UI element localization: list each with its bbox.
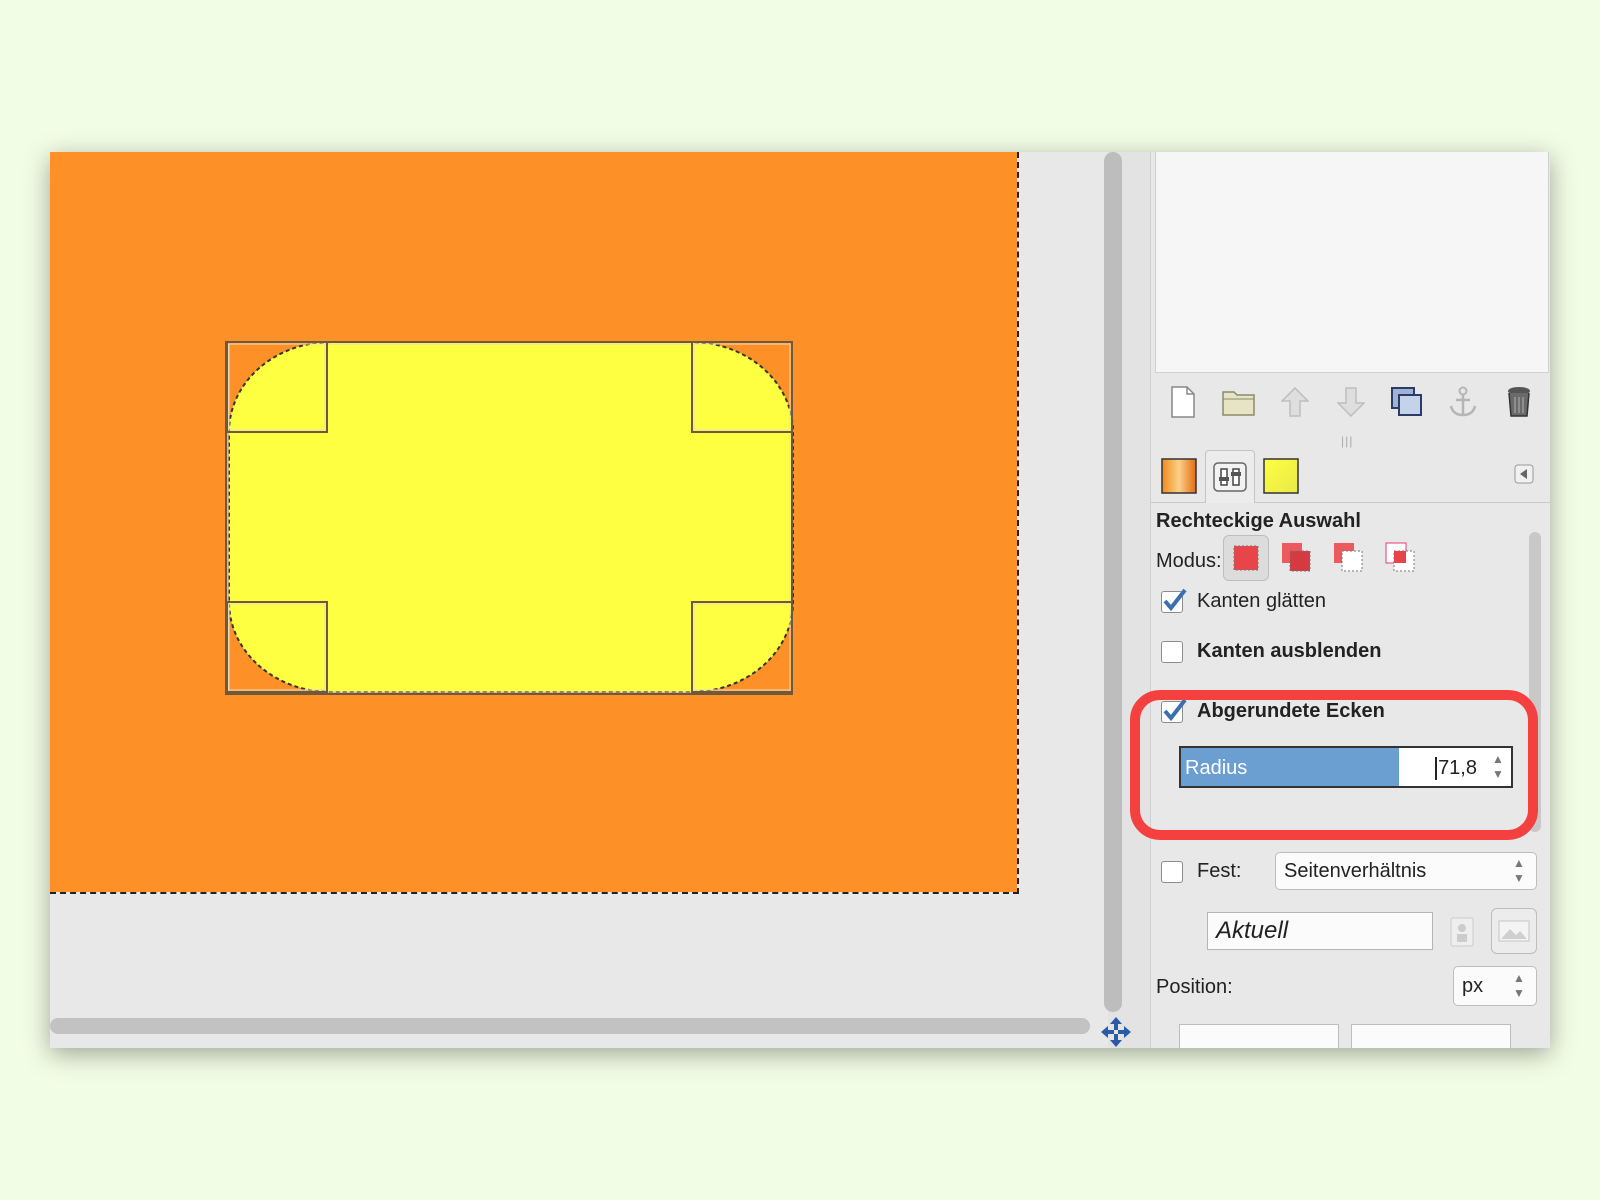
- tab-gradients[interactable]: [1155, 450, 1203, 502]
- unit-dropdown[interactable]: px ▲ ▼: [1453, 966, 1537, 1006]
- spin-down-icon[interactable]: ▼: [1489, 767, 1507, 782]
- rounded-corners-checkbox[interactable]: [1161, 698, 1187, 723]
- mode-subtract-button[interactable]: [1327, 535, 1371, 579]
- fixed-option[interactable]: Fest:: [1161, 860, 1241, 883]
- antialias-label: Kanten glätten: [1197, 590, 1326, 612]
- dock-tabs: [1151, 444, 1550, 503]
- rounded-selection[interactable]: [50, 152, 1019, 894]
- tab-menu-button[interactable]: [1514, 464, 1534, 484]
- triangle-left-icon: [1514, 464, 1534, 484]
- aspect-landscape-button[interactable]: [1491, 908, 1537, 954]
- portrait-icon: [1450, 917, 1474, 947]
- gimp-window: ||| Rechteckige Auswahl Modus: Kanten gl…: [50, 152, 1550, 1048]
- feather-checkbox[interactable]: [1161, 640, 1183, 663]
- aspect-value-input[interactable]: Aktuell: [1207, 912, 1433, 950]
- anchor-icon[interactable]: [1446, 385, 1480, 419]
- palette-tab-icon: [1263, 458, 1299, 494]
- canvas-area[interactable]: [50, 152, 1108, 1048]
- spin-up-icon[interactable]: ▲: [1489, 752, 1507, 767]
- position-x-field[interactable]: [1179, 1024, 1339, 1048]
- feather-option[interactable]: Kanten ausblenden: [1161, 640, 1381, 663]
- dock-scrollbar[interactable]: [1529, 532, 1541, 832]
- radius-spin-arrows[interactable]: ▲ ▼: [1489, 752, 1507, 782]
- duplicate-layer-icon[interactable]: [1390, 385, 1424, 419]
- mode-intersect-button[interactable]: [1379, 535, 1423, 579]
- mode-replace-button[interactable]: [1223, 535, 1269, 581]
- rounded-corners-label: Abgerundete Ecken: [1197, 700, 1385, 722]
- feather-label: Kanten ausblenden: [1197, 640, 1382, 662]
- replace-mode-icon: [1233, 545, 1259, 571]
- mode-label: Modus:: [1156, 550, 1222, 572]
- new-layer-icon[interactable]: [1166, 385, 1200, 419]
- horizontal-scrollbar[interactable]: [50, 1018, 1090, 1034]
- position-y-field[interactable]: [1351, 1024, 1511, 1048]
- layers-list[interactable]: [1155, 152, 1549, 373]
- unit-dropdown-value: px: [1462, 975, 1484, 997]
- open-folder-icon[interactable]: [1222, 385, 1256, 419]
- vertical-scrollbar[interactable]: [1104, 152, 1122, 1012]
- check-icon: [1163, 588, 1187, 611]
- navigate-move-icon[interactable]: [1100, 1016, 1132, 1048]
- tab-palettes[interactable]: [1257, 450, 1305, 502]
- tab-tool-options[interactable]: [1205, 450, 1255, 503]
- dropdown-arrows-icon: ▲ ▼: [1513, 971, 1525, 1000]
- mode-add-button[interactable]: [1275, 535, 1319, 579]
- radius-value[interactable]: 71,8: [1435, 757, 1477, 780]
- intersect-mode-icon: [1385, 542, 1415, 572]
- gradient-tab-icon: [1161, 458, 1197, 494]
- rounded-corners-option[interactable]: Abgerundete Ecken: [1161, 698, 1385, 723]
- lower-layer-icon[interactable]: [1334, 385, 1368, 419]
- radius-label: Radius: [1185, 757, 1248, 779]
- aspect-portrait-button[interactable]: [1447, 916, 1477, 948]
- fixed-dropdown[interactable]: Seitenverhältnis ▲ ▼: [1275, 852, 1537, 890]
- tool-options-tab-icon: [1213, 462, 1247, 492]
- raise-layer-icon[interactable]: [1278, 385, 1312, 419]
- add-mode-icon: [1282, 543, 1311, 572]
- delete-icon[interactable]: [1502, 385, 1536, 419]
- right-dock: ||| Rechteckige Auswahl Modus: Kanten gl…: [1150, 152, 1550, 1048]
- fixed-label: Fest:: [1197, 860, 1242, 882]
- radius-spinscale[interactable]: Radius 71,8 ▲ ▼: [1179, 746, 1513, 788]
- position-label: Position:: [1156, 976, 1233, 998]
- subtract-mode-icon: [1334, 543, 1363, 572]
- antialias-checkbox[interactable]: [1161, 588, 1187, 613]
- tool-title: Rechteckige Auswahl: [1156, 510, 1361, 532]
- antialias-option[interactable]: Kanten glätten: [1161, 588, 1326, 613]
- layers-toolbar: [1155, 374, 1547, 430]
- fixed-checkbox[interactable]: [1161, 860, 1183, 883]
- check-icon: [1163, 698, 1187, 721]
- dropdown-arrows-icon: ▲ ▼: [1513, 856, 1525, 885]
- landscape-icon: [1498, 920, 1530, 942]
- fixed-dropdown-value: Seitenverhältnis: [1284, 860, 1427, 882]
